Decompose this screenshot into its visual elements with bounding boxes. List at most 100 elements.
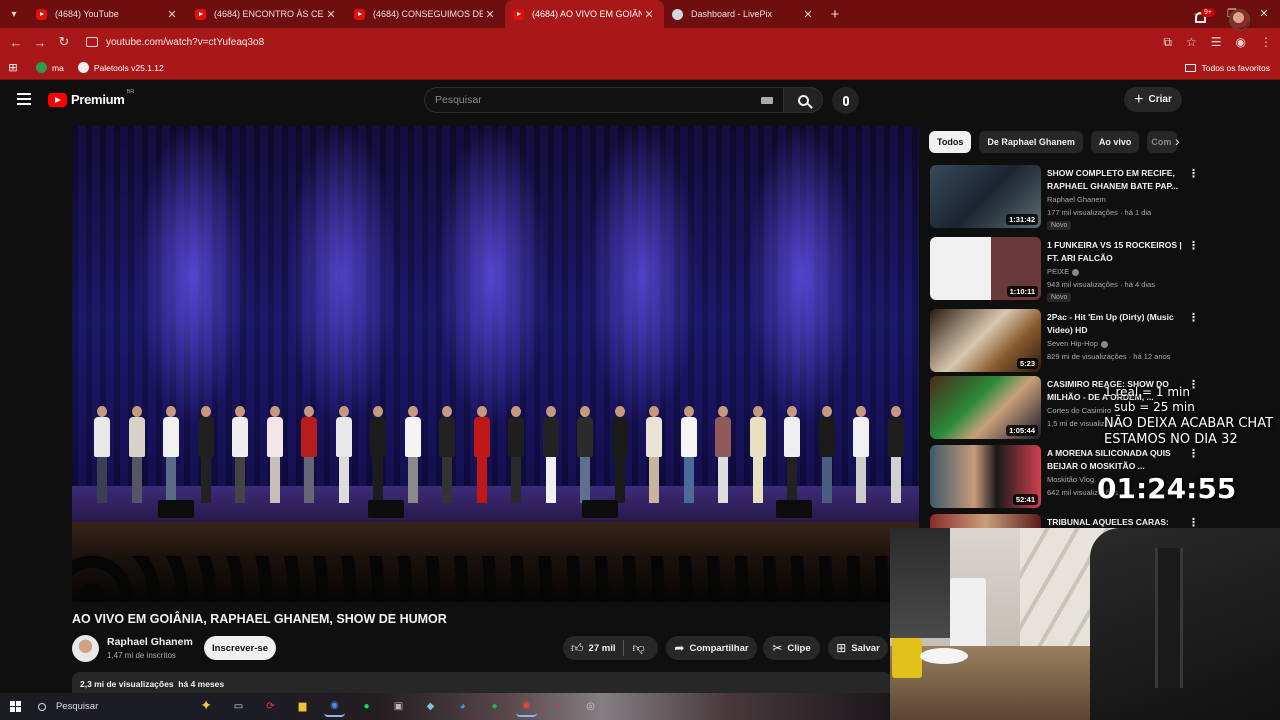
video-player[interactable] xyxy=(72,126,919,602)
recommendation-channel[interactable]: Moskitão Vlog xyxy=(1047,475,1094,484)
chip-de-raphael-ghanem[interactable]: De Raphael Ghanem xyxy=(979,131,1083,153)
youtube-logo[interactable]: Premium BR xyxy=(48,89,134,107)
tab-close-icon[interactable]: ✕ xyxy=(165,8,179,21)
dislike-button[interactable]: 👎︎ xyxy=(624,636,652,660)
recommendation-channel[interactable]: PEIXE xyxy=(1047,267,1080,276)
chip-todos[interactable]: Todos xyxy=(929,131,972,153)
recommendation-title[interactable]: SHOW COMPLETO EM RECIFE, RAPHAEL GHANEM … xyxy=(1047,167,1183,193)
site-info-icon[interactable] xyxy=(86,37,98,47)
webcam-plate xyxy=(920,648,968,664)
menu-dots-icon[interactable]: ⋮ xyxy=(1260,35,1272,49)
recommendation-channel[interactable]: Cortes do Casimiro xyxy=(1047,406,1111,415)
channel-name[interactable]: Raphael Ghanem xyxy=(107,636,193,648)
pen-app-icon[interactable]: ◆ xyxy=(420,696,441,717)
recommendation-title[interactable]: 2Pac - Hit 'Em Up (Dirty) (Music Video) … xyxy=(1047,311,1183,337)
subscribe-button[interactable]: Inscrever-se xyxy=(204,636,276,660)
chevron-right-icon[interactable]: › xyxy=(1175,133,1180,149)
forward-icon[interactable]: → xyxy=(28,35,52,50)
install-icon[interactable]: ⧉ xyxy=(1163,35,1172,50)
recommendation-title[interactable]: A MORENA SILICONADA QUIS BEIJAR O MOSKIT… xyxy=(1047,447,1183,473)
recommendation-item[interactable]: 1:10:11 1 FUNKEIRA VS 15 ROCKEIROS | FT.… xyxy=(930,237,1199,302)
overlay-rate-real: 1 real = 1 min xyxy=(1104,385,1190,399)
media-app-icon[interactable]: ◐ xyxy=(548,696,569,717)
bookmark-ma[interactable]: ma xyxy=(36,62,64,73)
more-options-icon[interactable]: ⋮ xyxy=(1188,167,1199,180)
tab-title: Dashboard - LivePix xyxy=(691,9,773,19)
file-explorer-icon[interactable]: ▭ xyxy=(228,696,249,717)
channel-label: Seven Hip-Hop xyxy=(1047,339,1098,348)
voice-search-button[interactable] xyxy=(832,87,859,114)
video-thumbnail[interactable]: 5:23 xyxy=(930,309,1041,372)
chrome-icon[interactable]: ◉ xyxy=(324,696,345,717)
start-button[interactable] xyxy=(0,701,30,712)
tab-encontro[interactable]: (4684) ENCONTRO ÀS CEGAS C ✕ xyxy=(187,0,346,28)
recommendation-item[interactable]: 1:31:42 SHOW COMPLETO EM RECIFE, RAPHAEL… xyxy=(930,165,1199,230)
search-icon xyxy=(38,702,46,711)
taskbar-search[interactable]: Pesquisar ✦ xyxy=(30,693,220,720)
clip-label: Clipe xyxy=(787,642,811,654)
close-window-icon[interactable]: ✕ xyxy=(1248,0,1280,28)
menu-icon[interactable] xyxy=(17,93,31,105)
duration-badge: 1:10:11 xyxy=(1006,286,1038,297)
tab-livepix[interactable]: Dashboard - LivePix ✕ xyxy=(664,0,823,28)
create-label: Criar xyxy=(1148,94,1172,105)
store-icon[interactable]: ▣ xyxy=(388,696,409,717)
verified-icon xyxy=(1100,340,1108,348)
profile-icon[interactable]: ◉ xyxy=(1236,35,1246,49)
more-options-icon[interactable]: ⋮ xyxy=(1188,447,1199,460)
save-button[interactable]: ⊞ Salvar xyxy=(828,636,888,660)
toolbar-actions: ⧉ ☆ ☰ ◉ ⋮ xyxy=(1163,28,1272,56)
tab-close-icon[interactable]: ✕ xyxy=(483,8,497,21)
recommendation-channel[interactable]: Seven Hip-Hop xyxy=(1047,339,1108,348)
video-thumbnail[interactable]: 1:05:44 xyxy=(930,376,1041,439)
bookmark-label: Paletools v25.1.12 xyxy=(93,62,164,73)
bookmark-paletools[interactable]: Paletools v25.1.12 xyxy=(77,62,164,73)
create-button[interactable]: + Criar xyxy=(1124,87,1182,112)
chip-com[interactable]: Com xyxy=(1147,131,1178,153)
tab-close-icon[interactable]: ✕ xyxy=(801,8,815,21)
scissors-icon: ✂ xyxy=(772,641,783,655)
recommendation-channel[interactable]: Raphael Ghanem xyxy=(1047,195,1106,204)
all-bookmarks[interactable]: Todos os favoritos xyxy=(1185,63,1270,73)
new-tab-button[interactable]: + xyxy=(823,6,847,23)
video-thumbnail[interactable]: 52:41 xyxy=(930,445,1041,508)
like-button[interactable]: 👍︎ 27 mil xyxy=(563,636,623,660)
recommendation-title[interactable]: 1 FUNKEIRA VS 15 ROCKEIROS | FT. ARI FAL… xyxy=(1047,239,1183,265)
whatsapp-icon[interactable]: ● xyxy=(356,696,377,717)
tab-conseguimos[interactable]: (4684) CONSEGUIMOS DEIXAR ✕ xyxy=(346,0,505,28)
tab-close-icon[interactable]: ✕ xyxy=(642,8,656,21)
webcam-bag xyxy=(892,638,922,678)
reading-list-icon[interactable]: ☰ xyxy=(1211,35,1222,49)
search-input[interactable]: Pesquisar xyxy=(424,87,783,113)
search-button[interactable] xyxy=(783,87,823,113)
clip-button[interactable]: ✂ Clipe xyxy=(763,636,820,660)
video-thumbnail[interactable]: 1:31:42 xyxy=(930,165,1041,228)
chrome-profile-icon[interactable]: ◉ xyxy=(516,696,537,717)
reload-icon[interactable]: ↻ xyxy=(52,34,76,50)
tab-youtube[interactable]: (4684) YouTube ✕ xyxy=(28,0,187,28)
chip-ao-vivo[interactable]: Ao vivo xyxy=(1090,131,1140,153)
recommendation-item[interactable]: 5:23 2Pac - Hit 'Em Up (Dirty) (Music Vi… xyxy=(930,309,1199,373)
obs-icon[interactable]: ◎ xyxy=(580,696,601,717)
bookmark-star-icon[interactable]: ☆ xyxy=(1186,35,1197,49)
more-options-icon[interactable]: ⋮ xyxy=(1188,311,1199,324)
tab-search-button[interactable]: ▾ xyxy=(0,0,28,28)
more-options-icon[interactable]: ⋮ xyxy=(1188,239,1199,252)
thumbs-up-icon: 👍︎ xyxy=(571,640,584,655)
share-button[interactable]: ➦ Compartilhar xyxy=(666,636,757,660)
edge-icon[interactable]: ◕ xyxy=(452,696,473,717)
back-icon[interactable]: ← xyxy=(4,35,28,50)
channel-avatar[interactable] xyxy=(72,635,99,662)
apps-grid-icon[interactable]: ⊞ xyxy=(0,61,26,74)
tab-ao-vivo-goiania[interactable]: (4684) AO VIVO EM GOIÂNIA, R ✕ xyxy=(505,0,664,28)
refresh-app-icon[interactable]: ⟳ xyxy=(260,696,281,717)
address-bar[interactable]: youtube.com/watch?v=ctYufeaq3o8 xyxy=(80,31,1150,53)
spotify-icon[interactable]: ● xyxy=(484,696,505,717)
youtube-header: Premium BR Pesquisar + Criar xyxy=(0,80,1280,120)
tab-close-icon[interactable]: ✕ xyxy=(324,8,338,21)
keyboard-icon[interactable] xyxy=(761,97,773,104)
verified-icon xyxy=(1072,268,1080,276)
folder-icon[interactable]: ▆ xyxy=(292,696,313,717)
account-avatar[interactable] xyxy=(1229,9,1250,30)
video-thumbnail[interactable]: 1:10:11 xyxy=(930,237,1041,300)
